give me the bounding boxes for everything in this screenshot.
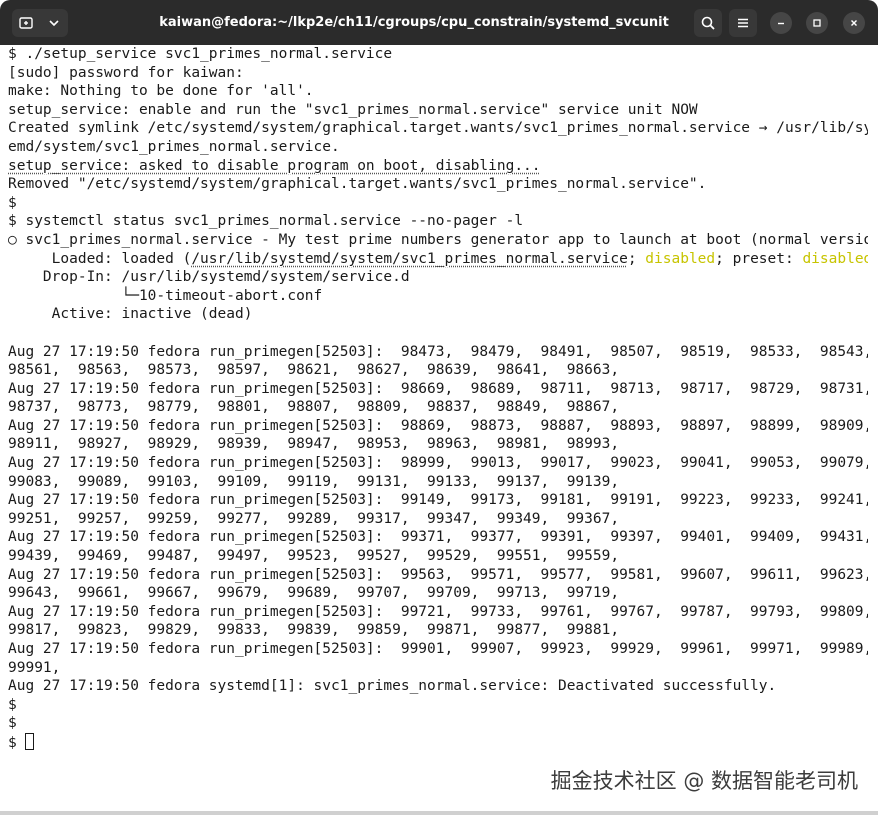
terminal-window: kaiwan@fedora:~/lkp2e/ch11/cgroups/cpu_c… <box>0 0 878 815</box>
terminal-line: Aug 27 17:19:50 fedora run_primegen[5250… <box>8 641 868 657</box>
terminal-line: $ <box>8 194 17 211</box>
terminal-line: 99083, 99089, 99103, 99109, 99119, 99131… <box>8 473 620 490</box>
terminal-line: Aug 27 17:19:50 fedora run_primegen[5250… <box>8 529 868 546</box>
tab-controls <box>12 9 68 37</box>
unit-file-path: /usr/lib/systemd/system/svc1_primes_norm… <box>191 250 628 267</box>
terminal-line: 98911, 98927, 98929, 98939, 98947, 98953… <box>8 436 620 453</box>
loaded-separator: ; <box>627 250 646 267</box>
terminal-line: 99251, 99257, 99259, 99277, 99289, 99317… <box>8 510 620 527</box>
search-icon <box>701 16 715 30</box>
terminal-line: Aug 27 17:19:50 fedora run_primegen[5250… <box>8 492 868 509</box>
terminal-line: 99991, <box>8 659 61 676</box>
terminal-line: Aug 27 17:19:50 fedora run_primegen[5250… <box>8 343 868 360</box>
loaded-status-line: Loaded: loaded (/usr/lib/systemd/system/… <box>8 250 868 269</box>
terminal-line: Aug 27 17:19:50 fedora systemd[1]: svc1_… <box>8 678 777 695</box>
terminal-line: $ systemctl status svc1_primes_normal.se… <box>8 213 524 230</box>
window-title: kaiwan@fedora:~/lkp2e/ch11/cgroups/cpu_c… <box>159 15 669 30</box>
terminal-line: $ <box>8 715 17 732</box>
terminal-output[interactable]: $ ./setup_service svc1_primes_normal.ser… <box>8 45 868 815</box>
new-tab-button[interactable] <box>12 9 40 37</box>
terminal-line: Removed "/etc/systemd/system/graphical.t… <box>8 176 707 193</box>
terminal-line: Aug 27 17:19:50 fedora run_primegen[5250… <box>8 603 868 620</box>
terminal-line: Aug 27 17:19:50 fedora run_primegen[5250… <box>8 566 868 583</box>
window-bottom-border <box>0 811 878 815</box>
terminal-line: 98561, 98563, 98573, 98597, 98621, 98627… <box>8 362 620 379</box>
enabled-state: disabled <box>645 250 716 267</box>
loaded-prefix: Loaded: loaded ( <box>8 250 192 267</box>
minimize-button[interactable] <box>770 12 792 34</box>
terminal-line: Aug 27 17:19:50 fedora run_primegen[5250… <box>8 417 868 434</box>
terminal-line: 99817, 99823, 99829, 99833, 99839, 99859… <box>8 622 620 639</box>
terminal-line: 99643, 99661, 99667, 99679, 99689, 99707… <box>8 585 620 602</box>
terminal-line: setup_service: enable and run the "svc1_… <box>8 101 698 118</box>
dropin-file: └─10-timeout-abort.conf <box>8 287 323 304</box>
terminal-line: [sudo] password for kaiwan: <box>8 64 244 81</box>
loaded-separator: ; <box>715 250 733 267</box>
preset-label: preset: <box>732 250 794 267</box>
minimize-icon <box>778 22 784 25</box>
terminal-line: ○ svc1_primes_normal.service - My test p… <box>8 231 868 248</box>
shell-prompt: $ <box>8 734 26 751</box>
terminal-line: make: Nothing to be done for 'all'. <box>8 83 314 100</box>
title-bar: kaiwan@fedora:~/lkp2e/ch11/cgroups/cpu_c… <box>0 0 878 45</box>
terminal-line: └─10-timeout-abort.conf <box>8 287 868 306</box>
preset-state: disabled <box>802 250 868 267</box>
terminal-line: Created symlink /etc/systemd/system/grap… <box>8 120 868 137</box>
tab-menu-button[interactable] <box>40 9 68 37</box>
search-button[interactable] <box>694 9 722 37</box>
hamburger-menu-icon <box>738 18 748 28</box>
text-cursor <box>25 732 35 750</box>
chevron-down-icon <box>49 20 59 27</box>
close-button[interactable] <box>843 12 865 34</box>
terminal-line: Aug 27 17:19:50 fedora run_primegen[5250… <box>8 455 868 472</box>
new-tab-icon <box>19 17 33 29</box>
terminal-line: $ ./setup_service svc1_primes_normal.ser… <box>8 46 393 62</box>
terminal-line: $ <box>8 696 17 713</box>
maximize-button[interactable] <box>806 12 828 34</box>
terminal-line: Aug 27 17:19:50 fedora run_primegen[5250… <box>8 380 868 397</box>
terminal-line: 99439, 99469, 99487, 99497, 99523, 99527… <box>8 548 620 565</box>
close-icon <box>851 20 857 26</box>
terminal-line: Drop-In: /usr/lib/systemd/system/service… <box>8 269 410 286</box>
terminal-line: Active: inactive (dead) <box>8 306 253 323</box>
maximize-icon <box>813 19 821 27</box>
menu-button[interactable] <box>729 9 757 37</box>
terminal-line: setup_service: asked to disable program … <box>8 157 541 174</box>
terminal-line: emd/system/svc1_primes_normal.service. <box>8 138 340 155</box>
watermark: 掘金技术社区 @ 数据智能老司机 <box>550 769 858 793</box>
terminal-line: 98737, 98773, 98779, 98801, 98807, 98809… <box>8 399 620 416</box>
prompt-line[interactable]: $ <box>8 732 868 752</box>
